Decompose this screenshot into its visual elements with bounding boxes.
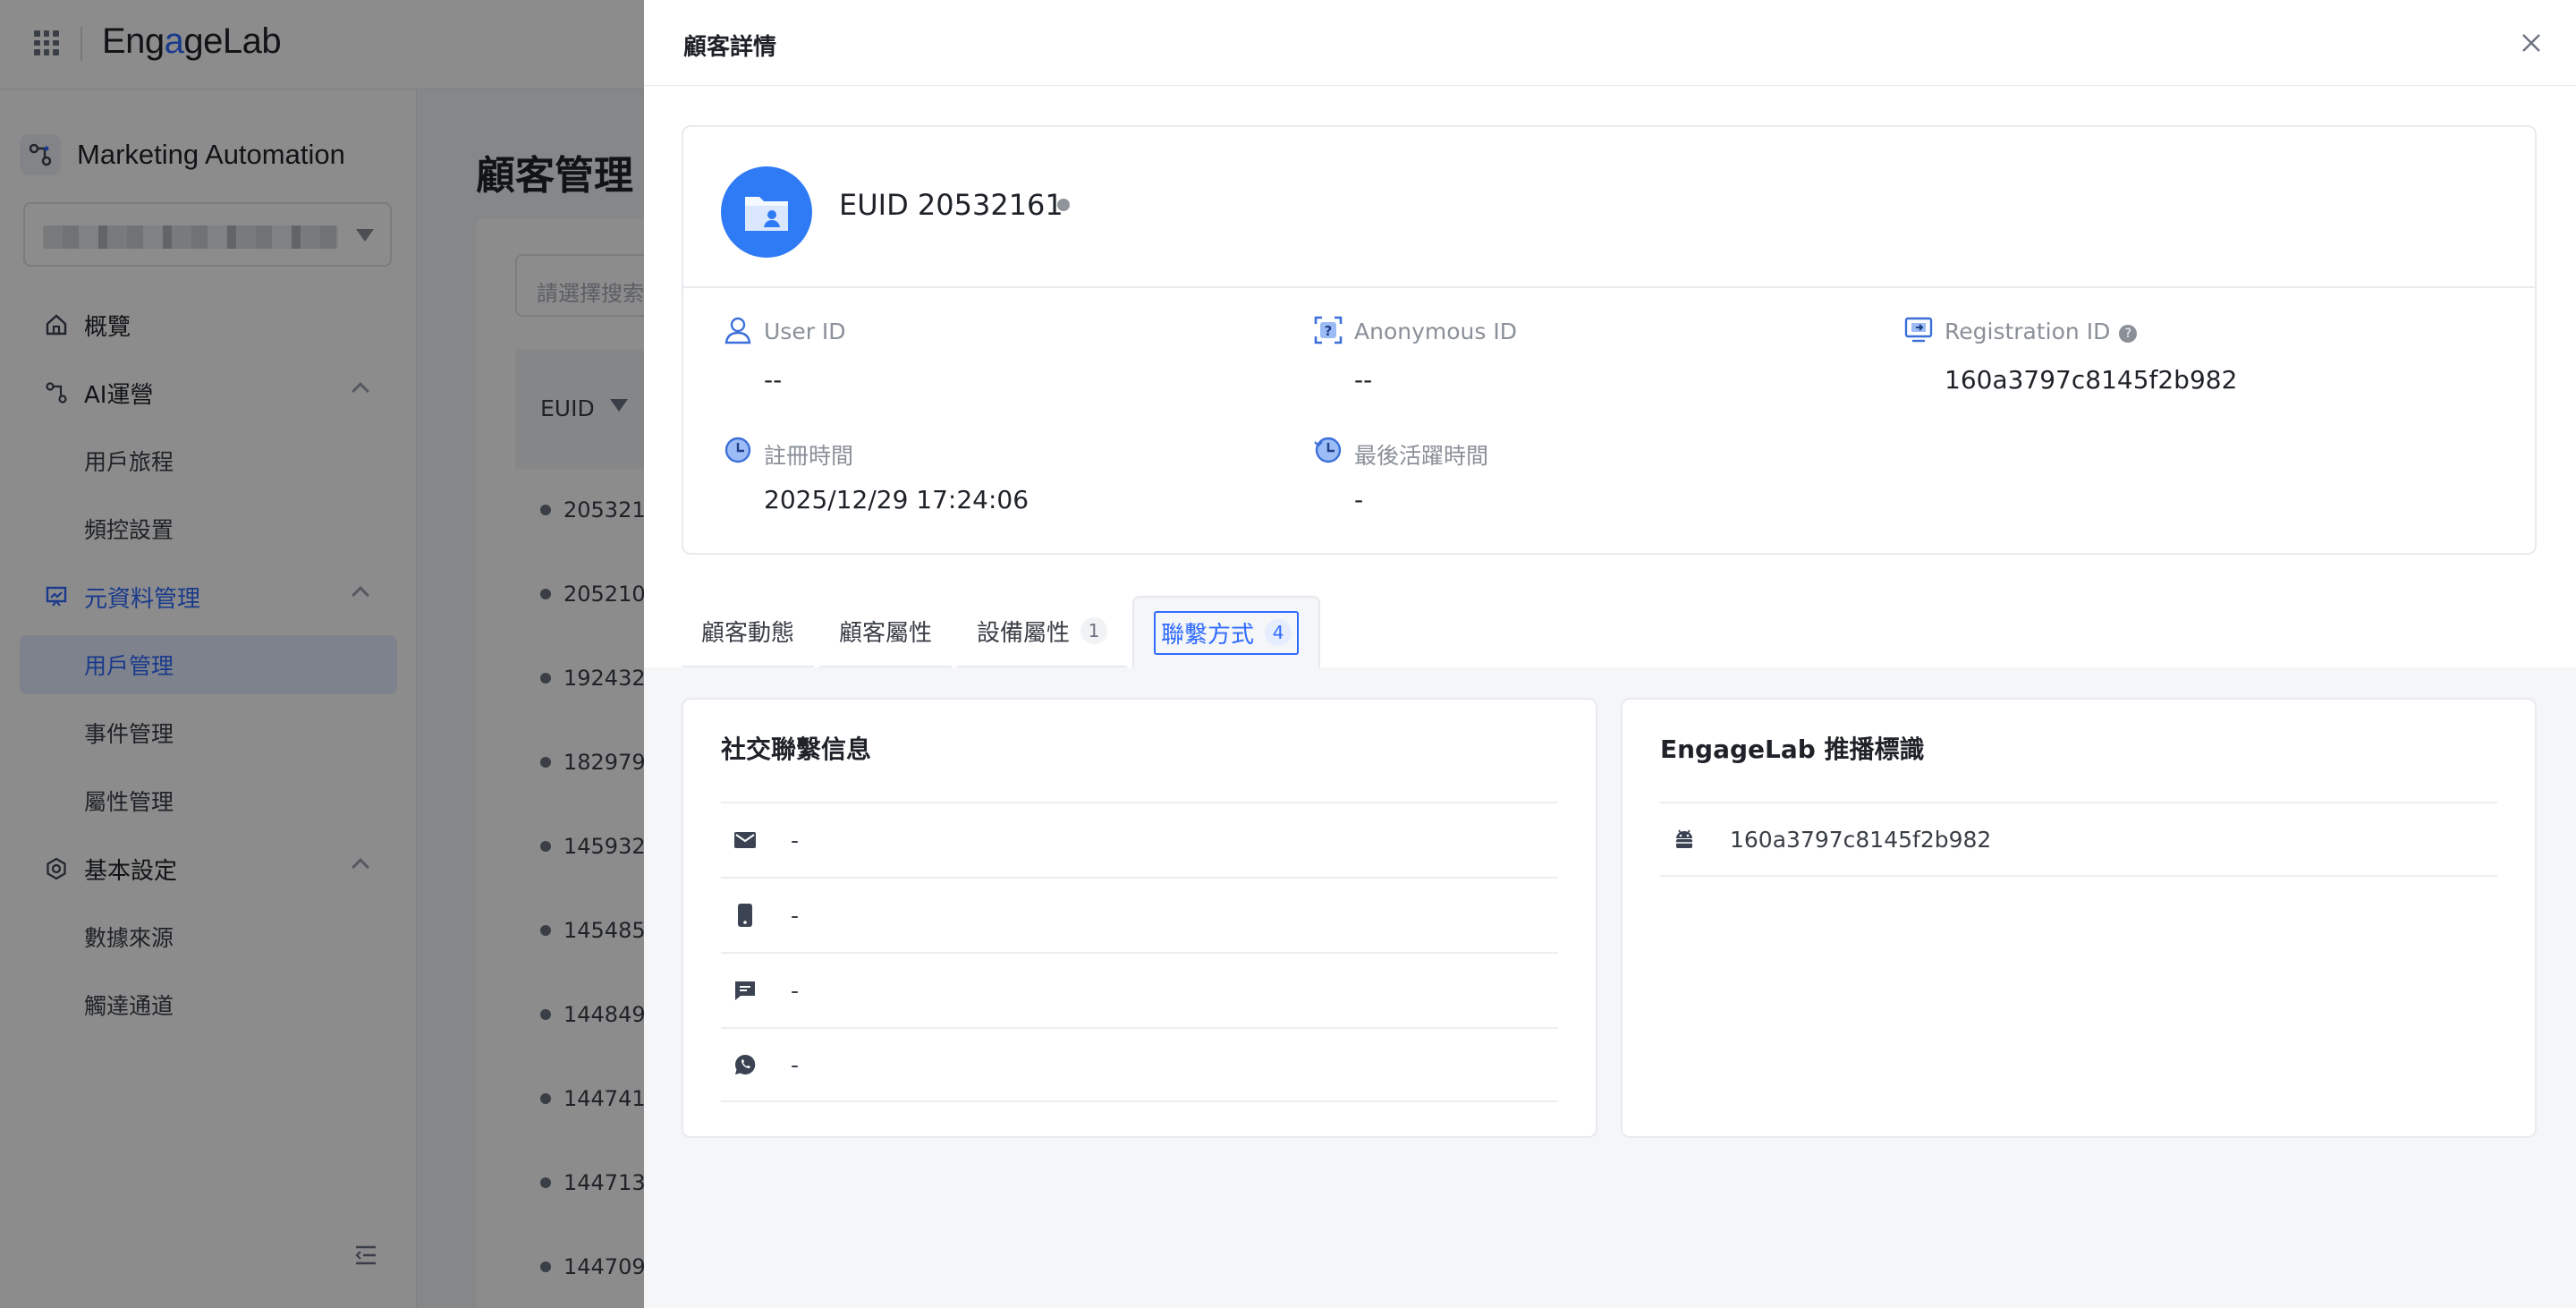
panel-title: 社交聯繫信息 [721,735,872,764]
panel-title: EngageLab 推播標識 [1660,735,1925,764]
list-item: - [721,1027,1558,1102]
tab-customer-activity[interactable]: 顧客動態 [682,596,815,667]
device-icon [1903,315,1934,345]
customer-detail-drawer: 顧客詳情 EUID 20532161 User ID -- ? Anonymou… [644,0,2576,1308]
avatar [721,166,812,258]
count-badge: 4 [1265,619,1292,646]
push-id-list: 160a3797c8145f2b982 [1660,802,2497,877]
profile-card: EUID 20532161 User ID -- ? Anonymous ID … [682,125,2537,555]
clock-icon [723,435,753,465]
tab-customer-attributes[interactable]: 顧客屬性 [819,596,953,667]
user-icon [723,315,753,345]
profile-header: EUID 20532161 [683,127,2535,288]
count-badge: 1 [1080,617,1108,644]
close-icon [2522,34,2540,52]
drawer-title: 顧客詳情 [683,34,777,61]
euid-label: EUID 20532161 [839,188,1063,222]
list-item: 160a3797c8145f2b982 [1660,802,2497,877]
history-icon [1313,435,1343,465]
svg-text:?: ? [1325,323,1333,339]
push-identifier-panel: EngageLab 推播標識 160a3797c8145f2b982 [1621,698,2537,1138]
help-icon[interactable]: ? [2119,325,2138,343]
message-icon [732,977,758,1004]
detail-tabs: 顧客動態 顧客屬性 設備屬性 1 聯繫方式 4 [682,594,1326,667]
close-button[interactable] [2515,27,2547,59]
list-item: - [721,802,1558,877]
status-dot [1057,199,1070,211]
whatsapp-icon [732,1051,758,1078]
anonymous-icon: ? [1313,315,1343,345]
list-item: - [721,952,1558,1027]
drawer-header: 顧客詳情 [644,0,2576,86]
tab-contact-methods[interactable]: 聯繫方式 4 [1132,596,1321,667]
android-icon [1671,826,1698,853]
list-item: - [721,877,1558,952]
user-folder-icon [745,197,788,231]
phone-icon [732,902,758,929]
mail-icon [732,827,758,854]
tab-device-attributes[interactable]: 設備屬性 1 [957,596,1128,667]
social-contact-panel: 社交聯繫信息 - - - - [682,698,1597,1138]
contact-list: - - - - [721,802,1558,1102]
